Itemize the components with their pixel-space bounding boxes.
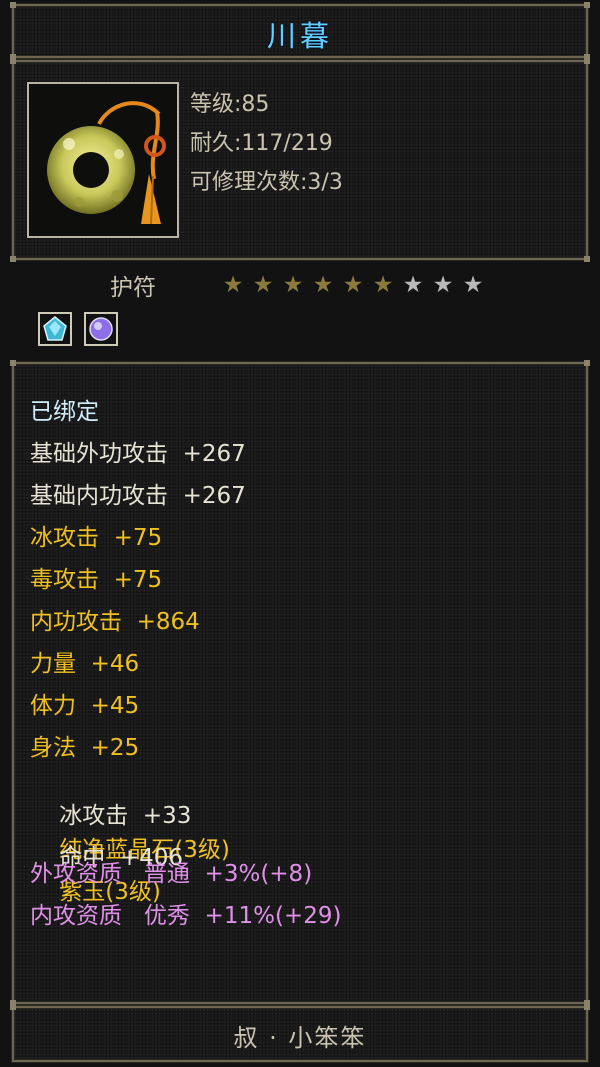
star-filled-icon: ★ (282, 272, 304, 298)
star-empty-icon: ★ (402, 272, 424, 298)
star-empty-icon: ★ (462, 272, 484, 298)
item-type: 护符 (110, 275, 156, 301)
item-name: 川暮 (266, 19, 333, 53)
item-title-bar: 川暮 (10, 2, 590, 60)
purple-jade-gem-icon (89, 317, 113, 341)
stat-agility: 身法 +25 (30, 735, 140, 761)
item-icon-slot[interactable] (27, 82, 179, 238)
blue-crystal-gem-icon (43, 316, 67, 341)
star-filled-icon: ★ (372, 272, 394, 298)
star-rating: ★ ★ ★ ★ ★ ★ ★ ★ ★ (218, 271, 488, 299)
item-type-row: 护符 ★ ★ ★ ★ ★ ★ ★ ★ ★ (12, 258, 588, 358)
star-filled-icon: ★ (252, 272, 274, 298)
stat-inner-quality: 内攻资质 优秀 +11%(+29) (30, 903, 342, 929)
star-filled-icon: ★ (222, 272, 244, 298)
owner-name: 叔 · 小笨笨 (233, 1024, 367, 1052)
stat-stamina: 体力 +45 (30, 693, 140, 719)
stat-inner-attack: 内功攻击 +864 (30, 609, 200, 635)
stat-base-inner-attack: 基础内功攻击 +267 (30, 483, 246, 509)
item-durability: 耐久:117/219 (190, 131, 333, 156)
item-level: 等级:85 (190, 92, 270, 117)
gem-slot-1[interactable] (38, 312, 72, 346)
star-empty-icon: ★ (432, 272, 454, 298)
stat-strength: 力量 +46 (30, 651, 140, 677)
star-filled-icon: ★ (342, 272, 364, 298)
jade-pendant-icon (47, 101, 166, 225)
star-filled-icon: ★ (312, 272, 334, 298)
gem-slot-2[interactable] (84, 312, 118, 346)
stat-bound: 已绑定 (30, 399, 99, 425)
stat-outer-quality: 外攻资质 普通 +3%(+8) (30, 861, 313, 887)
item-repair-count: 可修理次数:3/3 (190, 170, 343, 195)
item-stats-panel: 已绑定 基础外功攻击 +267 基础内功攻击 +267 冰攻击 +75 毒攻击 … (10, 360, 590, 1006)
item-info-panel: 等级:85 耐久:117/219 可修理次数:3/3 (10, 58, 590, 262)
stat-poison-attack: 毒攻击 +75 (30, 567, 163, 593)
stat-ice-attack: 冰攻击 +75 (30, 525, 163, 551)
stat-base-outer-attack: 基础外功攻击 +267 (30, 441, 246, 467)
owner-footer: 叔 · 小笨笨 (10, 1004, 590, 1062)
